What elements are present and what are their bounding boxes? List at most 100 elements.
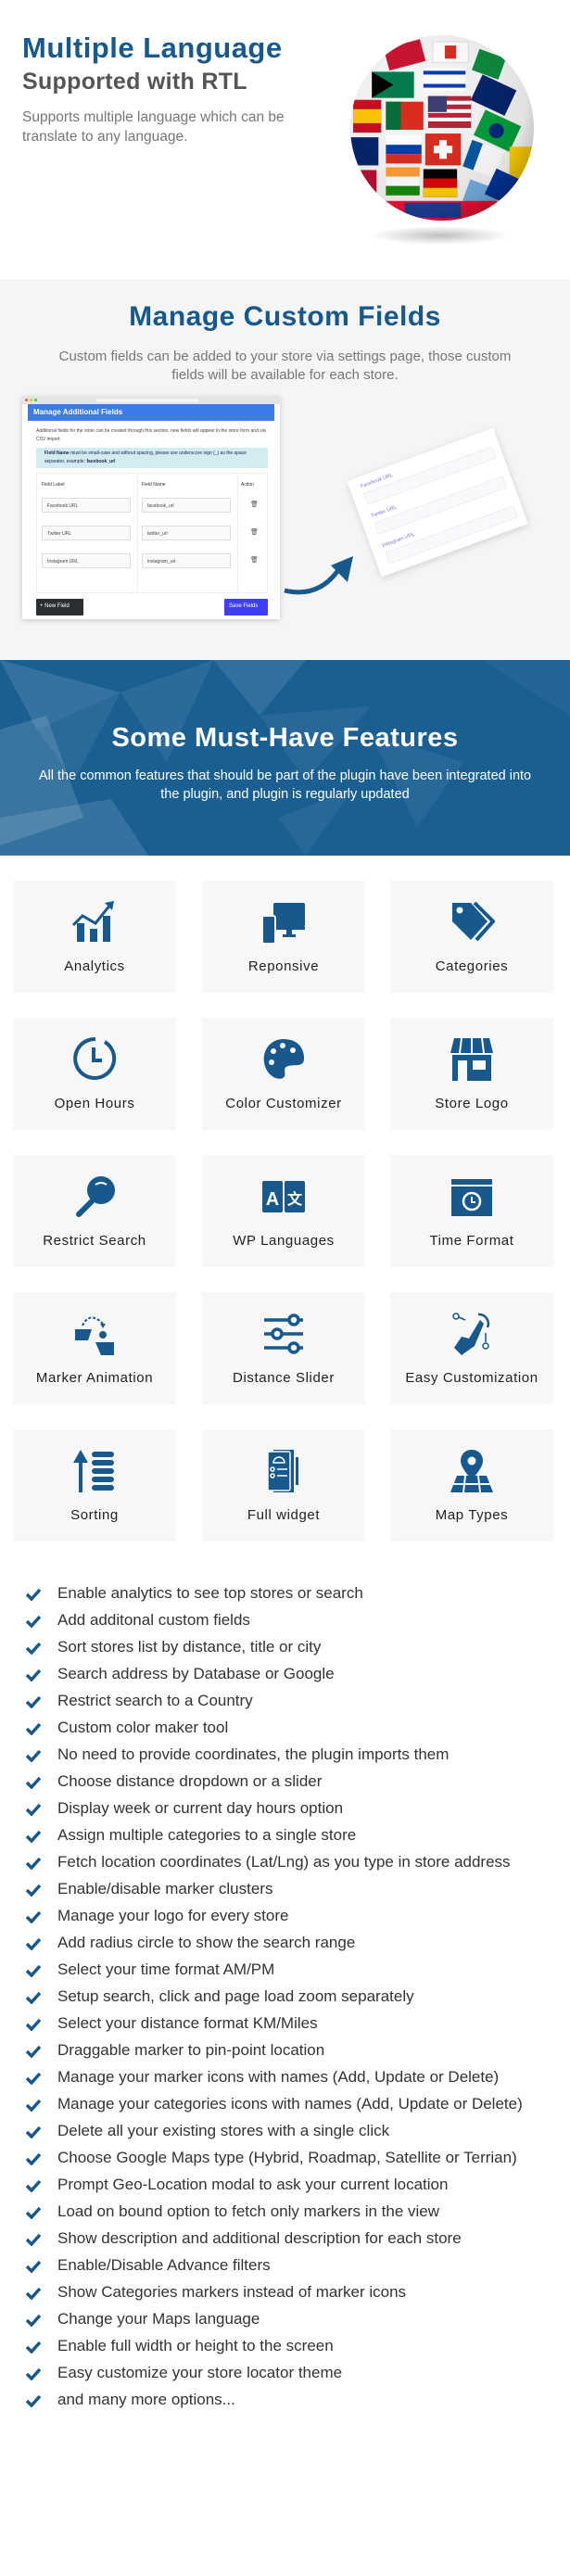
translate-icon: A文 [262, 1181, 305, 1212]
feature-list-item: Prompt Geo-Location modal to ask your cu… [25, 2171, 549, 2198]
column-header: Action [241, 482, 254, 488]
feature-list-item: Select your time format AM/PM [25, 1956, 549, 1983]
feature-list-text: Sort stores list by distance, title or c… [57, 1638, 322, 1656]
svg-text:A: A [266, 1189, 279, 1210]
feature-card-reponsive: Reponsive [202, 881, 365, 993]
check-icon [25, 1910, 42, 1923]
feature-list-text: Enable/disable marker clusters [57, 1880, 273, 1897]
feature-list-text: Manage your logo for every store [57, 1907, 289, 1924]
store-form-preview: Facebook URL Twitter URL Instagram URL [347, 427, 528, 577]
check-icon [25, 2179, 42, 2192]
check-icon [25, 1669, 42, 1681]
feature-card-label: Map Types [435, 1507, 509, 1523]
feature-card-sorting: Sorting [13, 1429, 176, 1542]
feature-list-item: and many more options... [25, 2386, 549, 2413]
custom-fields-title: Manage Custom Fields [129, 301, 441, 332]
check-icon [25, 1642, 42, 1655]
field-label-input[interactable]: Twitter URL [42, 526, 131, 540]
feature-list-text: Restrict search to a Country [57, 1692, 253, 1709]
features-banner: Some Must-Have Features All the common f… [0, 660, 570, 856]
mock-description: Additional fields for the store can be c… [36, 428, 266, 442]
feature-card-label: Reponsive [247, 958, 320, 974]
feature-card-label: Time Format [429, 1233, 514, 1249]
custom-fields-section: Manage Custom Fields Custom fields can b… [0, 279, 570, 660]
mock-header: Manage Additional Fields [28, 404, 274, 421]
feature-card-analytics: Analytics [13, 881, 176, 993]
check-icon [25, 2287, 42, 2300]
save-fields-button[interactable]: Save Fields [224, 599, 268, 615]
check-icon [25, 1857, 42, 1870]
trash-icon[interactable]: 🗑 [250, 501, 259, 508]
feature-list-text: Manage your categories icons with names … [57, 2095, 523, 2113]
feature-list-item: Choose distance dropdown or a slider [25, 1768, 549, 1795]
feature-list-item: Assign multiple categories to a single s… [25, 1821, 549, 1848]
check-icon [25, 1937, 42, 1950]
manage-fields-screenshot: Manage Additional Fields Additional fiel… [22, 397, 280, 619]
feature-list-text: No need to provide coordinates, the plug… [57, 1745, 450, 1763]
feature-list-item: Manage your logo for every store [25, 1902, 549, 1929]
feature-list-item: Select your distance format KM/Miles [25, 2010, 549, 2037]
feature-list-text: Search address by Database or Google [57, 1665, 335, 1682]
feature-card-label: Full widget [247, 1507, 321, 1523]
feature-list-item: Setup search, click and page load zoom s… [25, 1983, 549, 2010]
feature-card-full-widget: Full widget [202, 1429, 365, 1542]
marker-animation-icon [75, 1316, 114, 1355]
chart-icon [71, 901, 114, 942]
feature-list-text: Choose Google Maps type (Hybrid, Roadmap… [57, 2149, 517, 2166]
check-icon [25, 1830, 42, 1843]
field-name-input[interactable]: facebook_url [142, 498, 231, 513]
polygon-background [0, 660, 570, 856]
window-clock-icon [451, 1179, 492, 1216]
check-icon [25, 1991, 42, 2004]
feature-list-text: Display week or current day hours option [57, 1799, 344, 1817]
language-subtitle: Supported with RTL [22, 69, 247, 95]
check-icon [25, 2367, 42, 2380]
feature-card-map-types: Map Types [390, 1429, 553, 1542]
feature-list-item: Load on bound option to fetch only marke… [25, 2198, 549, 2225]
feature-list: Enable analytics to see top stores or se… [25, 1580, 549, 2413]
check-icon [25, 2045, 42, 2058]
feature-list-item: Enable full width or height to the scree… [25, 2332, 549, 2359]
svg-text:文: 文 [287, 1190, 303, 1208]
check-icon [25, 2152, 42, 2165]
clock-icon [73, 1036, 117, 1080]
feature-list-item: Custom color maker tool [25, 1714, 549, 1741]
feature-list-item: Easy customize your store locator theme [25, 2359, 549, 2386]
column-header: Field Label [42, 482, 65, 488]
field-label-input[interactable]: Instagram URL [42, 553, 131, 568]
feature-card-label: Distance Slider [233, 1370, 335, 1386]
language-section: Multiple Language Supported with RTL Sup… [0, 0, 570, 278]
check-icon [25, 1722, 42, 1735]
feature-list-item: Search address by Database or Google [25, 1660, 549, 1687]
check-icon [25, 2260, 42, 2273]
trash-icon[interactable]: 🗑 [250, 528, 259, 536]
feature-card-categories: Categories [390, 881, 553, 993]
feature-card-marker-animation: Marker Animation [13, 1292, 176, 1404]
feature-list-text: and many more options... [57, 2391, 235, 2408]
feature-card-restrict-search: Restrict Search [13, 1155, 176, 1267]
check-icon [25, 2072, 42, 2085]
trash-icon[interactable]: 🗑 [250, 556, 259, 564]
palette-icon [263, 1039, 305, 1079]
check-icon [25, 2018, 42, 2031]
tags-icon [452, 901, 495, 942]
field-name-input[interactable]: instagram_url [142, 553, 231, 568]
feature-card-open-hours: Open Hours [13, 1018, 176, 1130]
field-name-input[interactable]: twitter_url [142, 526, 231, 540]
window-close-dot [25, 399, 28, 401]
feature-list-text: Choose distance dropdown or a slider [57, 1772, 323, 1790]
feature-list-item: Enable analytics to see top stores or se… [25, 1580, 549, 1606]
feature-card-label: WP Languages [233, 1233, 335, 1249]
features-title: Some Must-Have Features [111, 723, 459, 753]
language-description: Supports multiple language which can be … [22, 109, 285, 145]
feature-list-item: Draggable marker to pin-point location [25, 2037, 549, 2063]
field-label-input[interactable]: Facebook URL [42, 498, 131, 513]
check-icon [25, 2099, 42, 2112]
feature-card-wp-languages: A 文 WP Languages [202, 1155, 365, 1267]
new-field-button[interactable]: + New Field [36, 599, 83, 615]
check-icon [25, 1964, 42, 1977]
check-icon [25, 2394, 42, 2407]
sliders-icon [264, 1313, 303, 1354]
feature-list-item: Sort stores list by distance, title or c… [25, 1633, 549, 1660]
feature-card-label: Categories [435, 958, 509, 974]
